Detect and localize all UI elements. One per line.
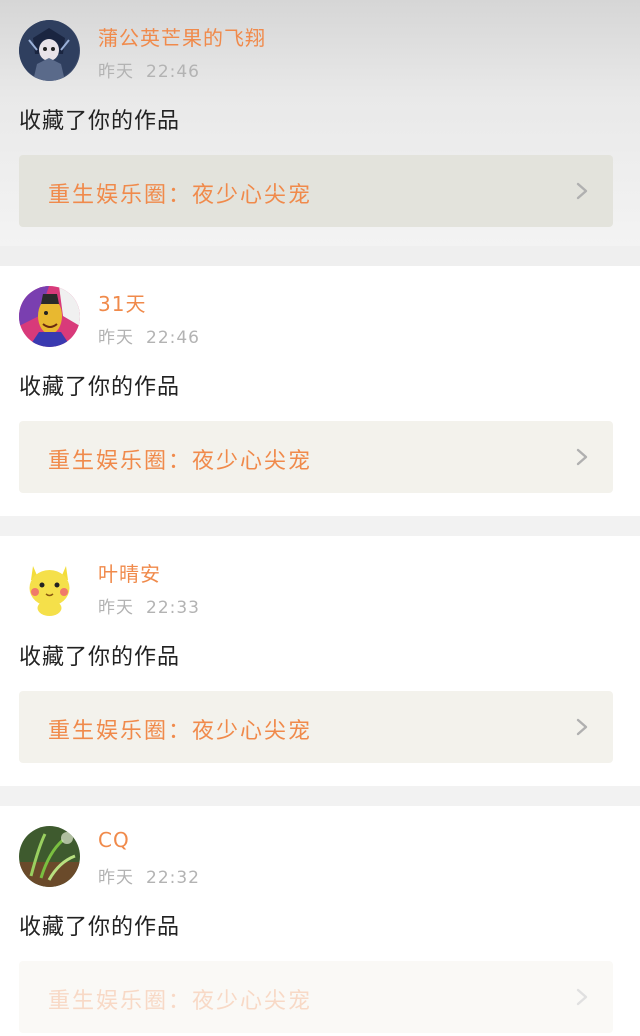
work-title: 重生娱乐圈：夜少心尖宠 xyxy=(48,183,313,208)
notification-feed: 蒲公英芒果的飞翔 昨天 22:46 收藏了你的作品 重生娱乐圈：夜少心尖宠 31天 xyxy=(0,0,640,1036)
timestamp-time: 22:46 xyxy=(146,62,200,82)
chevron-right-icon xyxy=(575,987,589,1007)
yellow-pikachu-avatar-icon xyxy=(19,556,80,617)
action-text: 收藏了你的作品 xyxy=(19,645,181,670)
action-text: 收藏了你的作品 xyxy=(19,109,181,134)
work-title: 重生娱乐圈：夜少心尖宠 xyxy=(48,989,313,1014)
chevron-right-icon xyxy=(575,181,589,201)
work-link[interactable]: 重生娱乐圈：夜少心尖宠 xyxy=(19,961,613,1033)
card-divider xyxy=(0,516,640,536)
timestamp-day: 昨天 xyxy=(98,598,134,618)
chevron-right-icon xyxy=(575,717,589,737)
work-title: 重生娱乐圈：夜少心尖宠 xyxy=(48,449,313,474)
notification-card: 蒲公英芒果的飞翔 昨天 22:46 收藏了你的作品 重生娱乐圈：夜少心尖宠 xyxy=(0,0,640,246)
timestamp-day: 昨天 xyxy=(98,328,134,348)
timestamp-day: 昨天 xyxy=(98,62,134,82)
work-link[interactable]: 重生娱乐圈：夜少心尖宠 xyxy=(19,691,613,763)
card-divider xyxy=(0,786,640,806)
work-link[interactable]: 重生娱乐圈：夜少心尖宠 xyxy=(19,155,613,227)
user-avatar[interactable] xyxy=(19,556,80,617)
user-avatar[interactable] xyxy=(19,286,80,347)
username[interactable]: 蒲公英芒果的飞翔 xyxy=(98,22,266,51)
cartoon-character-avatar-icon xyxy=(19,286,80,347)
action-text: 收藏了你的作品 xyxy=(19,375,181,400)
timestamp-time: 22:46 xyxy=(146,328,200,348)
action-text: 收藏了你的作品 xyxy=(19,915,181,940)
notification-card: 叶晴安 昨天 22:33 收藏了你的作品 重生娱乐圈：夜少心尖宠 xyxy=(0,536,640,786)
timestamp-day: 昨天 xyxy=(98,868,134,888)
timestamp: 昨天 22:33 xyxy=(98,593,200,618)
timestamp-time: 22:32 xyxy=(146,868,200,888)
username[interactable]: 31天 xyxy=(98,288,146,317)
user-avatar[interactable] xyxy=(19,20,80,81)
anime-character-avatar-icon xyxy=(19,20,80,81)
timestamp-time: 22:33 xyxy=(146,598,200,618)
notification-card: 31天 昨天 22:46 收藏了你的作品 重生娱乐圈：夜少心尖宠 xyxy=(0,266,640,516)
user-avatar[interactable] xyxy=(19,826,80,887)
card-divider xyxy=(0,246,640,266)
timestamp: 昨天 22:32 xyxy=(98,863,200,888)
notification-card: CQ 昨天 22:32 收藏了你的作品 重生娱乐圈：夜少心尖宠 xyxy=(0,806,640,1036)
username[interactable]: 叶晴安 xyxy=(98,558,161,587)
work-link[interactable]: 重生娱乐圈：夜少心尖宠 xyxy=(19,421,613,493)
username[interactable]: CQ xyxy=(98,828,130,852)
timestamp: 昨天 22:46 xyxy=(98,57,200,82)
work-title: 重生娱乐圈：夜少心尖宠 xyxy=(48,719,313,744)
timestamp: 昨天 22:46 xyxy=(98,323,200,348)
green-plant-avatar-icon xyxy=(19,826,80,887)
chevron-right-icon xyxy=(575,447,589,467)
